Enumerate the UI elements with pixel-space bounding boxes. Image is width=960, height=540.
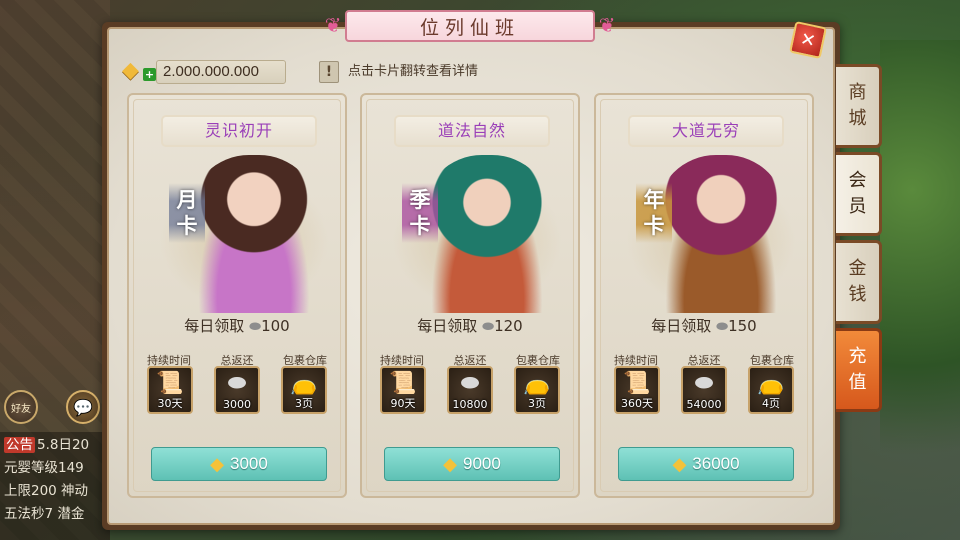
title-banner: ❦ 位列仙班 ❦ — [318, 10, 622, 42]
chat-log[interactable]: 公告 5.8日20 元婴等级149 上限200 神动 五法秒7 潜金 — [0, 432, 110, 540]
character-portrait — [656, 155, 786, 313]
calendar-scroll-icon: 📜 — [623, 371, 651, 396]
chat-line: 上限200 神动 — [4, 483, 89, 499]
tab-recharge[interactable]: 充 值 — [836, 328, 882, 412]
buy-yearly-card-button[interactable]: ◆ 36000 — [618, 447, 794, 481]
silver-ingot-icon: ⬬ — [482, 319, 495, 335]
bow-right-icon: ❦ — [598, 13, 616, 37]
silver-ingot-icon: ⬬ — [249, 319, 262, 335]
chat-line: 五法秒7 潜金 — [4, 506, 85, 522]
buy-monthly-card-button[interactable]: ◆ 3000 — [151, 447, 327, 481]
tab-shop[interactable]: 商 城 — [836, 64, 882, 148]
background-tree — [880, 40, 960, 540]
announcement-tag: 公告 — [4, 437, 35, 453]
card-title: 大道无穷 — [628, 115, 784, 147]
money-bag-icon: 👝 — [757, 371, 785, 396]
storage-value: 3页 — [528, 397, 546, 410]
calendar-scroll-icon: 📜 — [389, 371, 417, 396]
total-return-item[interactable]: ⬬ 10800 — [447, 366, 493, 414]
buy-quarterly-card-button[interactable]: ◆ 9000 — [384, 447, 560, 481]
total-return-item[interactable]: ⬬ 3000 — [214, 366, 260, 414]
membership-card-quarterly[interactable]: 道法自然 季 卡 每日领取 ⬬120 持续时间 总返还 包裹仓库 📜 90天 ⬬… — [360, 93, 580, 498]
panel-title: 位列仙班 — [345, 10, 595, 42]
duration-item[interactable]: 📜 90天 — [380, 366, 426, 414]
gold-amount: 2.000.000.000 — [156, 60, 286, 84]
chat-bubble-icon[interactable]: 💬 — [66, 390, 100, 424]
silver-ingot-icon: ⬬ — [227, 371, 247, 396]
stat-items: 📜 360天 ⬬ 54000 👝 4页 — [614, 366, 794, 414]
daily-reward: 每日领取 ⬬150 — [651, 317, 757, 335]
storage-value: 3页 — [295, 397, 313, 410]
total-return-value: 3000 — [223, 398, 251, 411]
duration-value: 90天 — [390, 397, 416, 410]
storage-item[interactable]: 👝 3页 — [281, 366, 327, 414]
total-return-item[interactable]: ⬬ 54000 — [681, 366, 727, 414]
membership-card-monthly[interactable]: 灵识初开 月 卡 每日领取 ⬬100 持续时间 总返还 包裹仓库 📜 30天 ⬬… — [127, 93, 347, 498]
storage-value: 4页 — [762, 397, 780, 410]
stat-items: 📜 30天 ⬬ 3000 👝 3页 — [147, 366, 327, 414]
price: 3000 — [230, 454, 268, 473]
card-type-tag: 季 卡 — [402, 183, 438, 243]
card-type-tag: 年 卡 — [636, 183, 672, 243]
daily-reward: 每日领取 ⬬120 — [417, 317, 523, 335]
money-bag-icon: 👝 — [523, 371, 551, 396]
price: 9000 — [463, 454, 501, 473]
chat-line: 公告 5.8日20 — [4, 437, 90, 453]
storage-item[interactable]: 👝 4页 — [748, 366, 794, 414]
membership-card-yearly[interactable]: 大道无穷 年 卡 每日领取 ⬬150 持续时间 总返还 包裹仓库 📜 360天 … — [594, 93, 814, 498]
close-icon: ✕ — [798, 28, 818, 52]
hint-text: 点击卡片翻转查看详情 — [348, 64, 479, 79]
character-portrait — [189, 155, 319, 313]
card-title: 道法自然 — [394, 115, 550, 147]
silver-ingot-icon: ⬬ — [716, 319, 729, 335]
silver-ingot-icon: ⬬ — [460, 371, 480, 396]
exclamation-icon: ! — [319, 61, 339, 83]
storage-item[interactable]: 👝 3页 — [514, 366, 560, 414]
duration-item[interactable]: 📜 30天 — [147, 366, 193, 414]
character-portrait — [422, 155, 552, 313]
tab-money[interactable]: 金 钱 — [836, 240, 882, 324]
friends-button[interactable]: 好友 — [4, 390, 38, 424]
friends-label: 好友 — [11, 403, 31, 415]
tab-member[interactable]: 会 员 — [836, 152, 882, 236]
money-bag-icon: 👝 — [290, 371, 318, 396]
gold-ingot-icon: ◆ — [672, 453, 687, 474]
stat-items: 📜 90天 ⬬ 10800 👝 3页 — [380, 366, 560, 414]
close-button[interactable]: ✕ — [789, 21, 827, 59]
add-gold-button[interactable]: + — [143, 68, 156, 81]
daily-reward: 每日领取 ⬬100 — [184, 317, 290, 335]
total-return-value: 54000 — [686, 398, 722, 411]
total-return-value: 10800 — [452, 398, 488, 411]
duration-value: 30天 — [157, 397, 183, 410]
calendar-scroll-icon: 📜 — [156, 371, 184, 396]
price: 36000 — [692, 454, 740, 473]
silver-ingot-icon: ⬬ — [694, 371, 714, 396]
gold-ingot-icon: ◆ — [443, 453, 457, 474]
chat-line: 元婴等级149 — [4, 460, 84, 476]
card-type-tag: 月 卡 — [169, 183, 205, 243]
duration-item[interactable]: 📜 360天 — [614, 366, 660, 414]
duration-value: 360天 — [621, 397, 653, 410]
gold-ingot-icon: ◆ — [210, 453, 224, 474]
bow-left-icon: ❦ — [324, 13, 342, 37]
card-title: 灵识初开 — [161, 115, 317, 147]
